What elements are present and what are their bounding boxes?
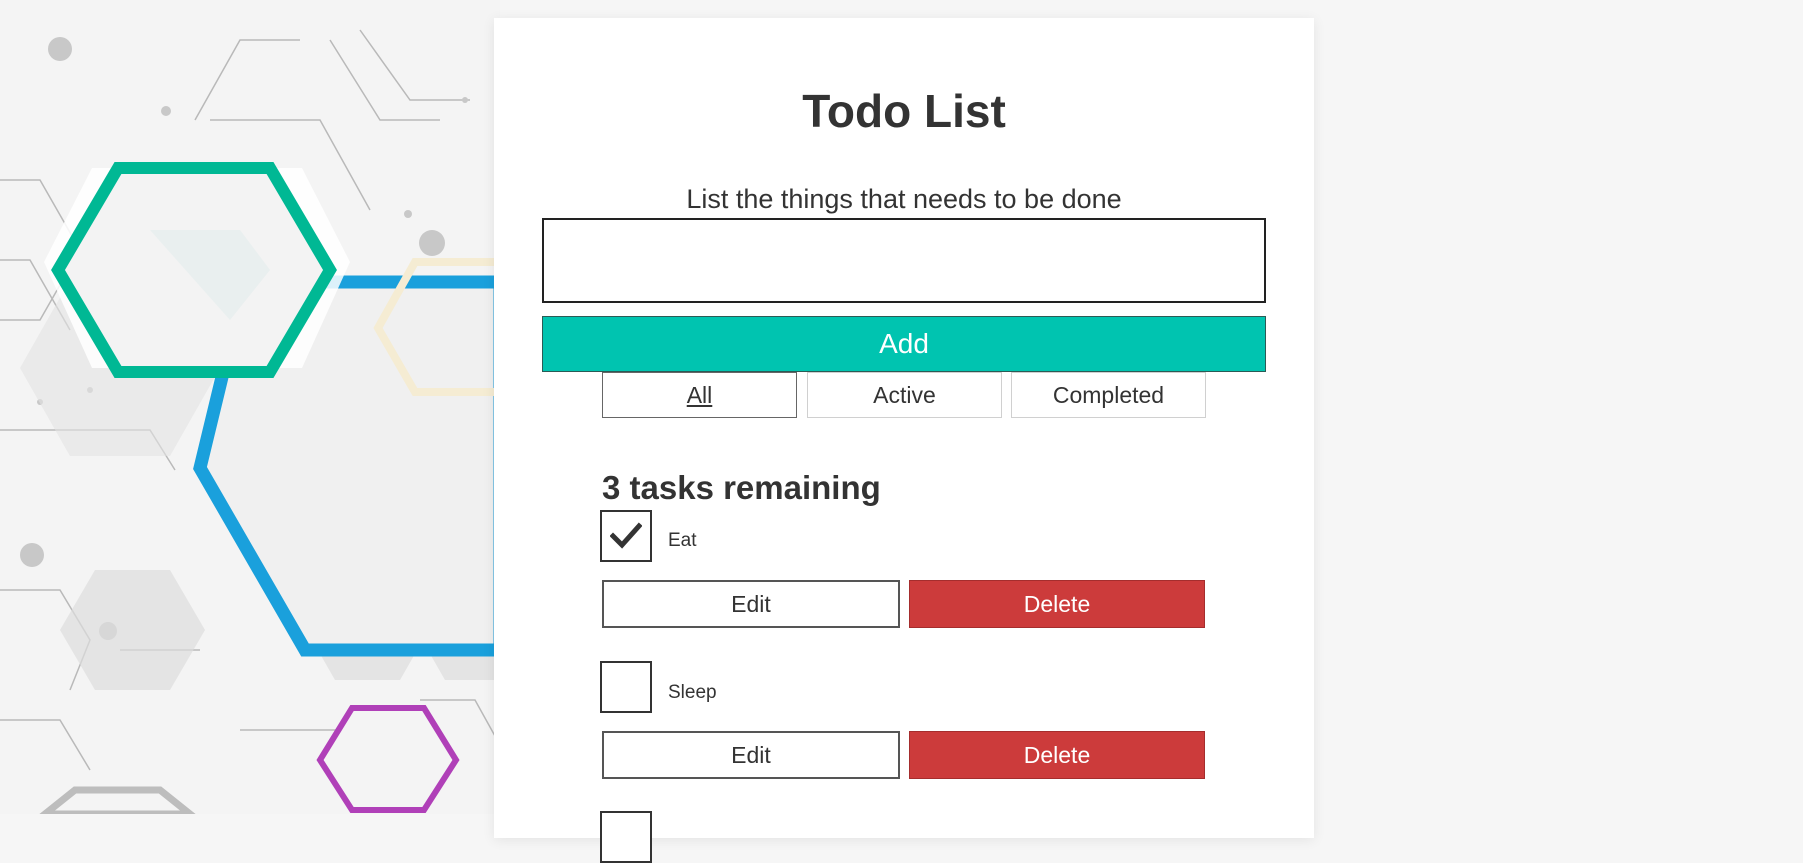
delete-task-button[interactable]: Delete [909, 580, 1205, 628]
checkmark-icon [610, 522, 642, 549]
add-button[interactable]: Add [542, 316, 1266, 372]
page-subtitle: List the things that needs to be done [686, 184, 1122, 214]
new-todo-input[interactable] [542, 218, 1266, 303]
edit-task-button[interactable]: Edit [602, 580, 900, 628]
filter-completed-button[interactable]: Completed [1011, 372, 1206, 418]
task-label: Eat [668, 530, 697, 551]
page-title: Todo List [802, 85, 1006, 137]
edit-task-button[interactable]: Edit [602, 731, 900, 779]
task-checkbox[interactable] [600, 661, 652, 713]
hexagon-background-art [0, 0, 500, 814]
todo-card: Todo List List the things that needs to … [494, 18, 1314, 863]
filter-all-button[interactable]: All [602, 372, 797, 418]
task-label: Sleep [668, 682, 717, 703]
tasks-remaining-heading: 3 tasks remaining [602, 469, 881, 506]
task-checkbox[interactable] [600, 510, 652, 562]
task-checkbox[interactable] [600, 811, 652, 863]
delete-task-button[interactable]: Delete [909, 731, 1205, 779]
filter-active-button[interactable]: Active [807, 372, 1002, 418]
